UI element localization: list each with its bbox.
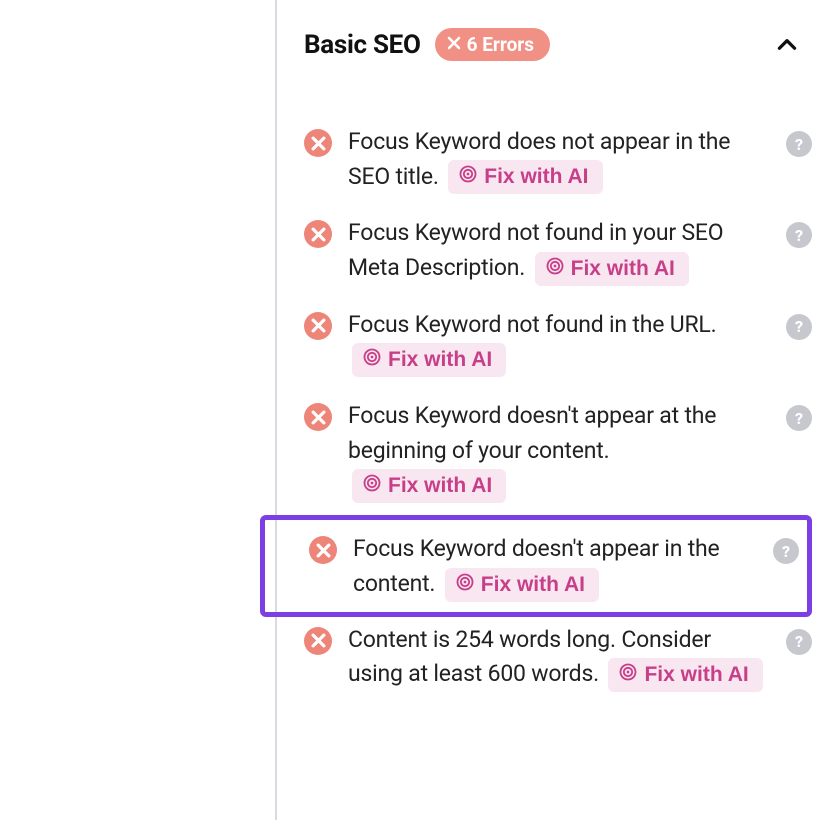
error-item-body: Focus Keyword doesn't appear in the cont…	[353, 532, 757, 601]
x-icon	[447, 36, 461, 54]
error-icon	[309, 536, 337, 564]
fix-with-ai-button[interactable]: Fix with AI	[352, 343, 506, 377]
error-count-badge: 6 Errors	[435, 28, 550, 61]
error-icon	[304, 627, 332, 655]
ai-target-icon	[545, 256, 565, 282]
collapse-toggle[interactable]	[774, 32, 800, 58]
error-icon	[304, 129, 332, 157]
ai-target-icon	[362, 347, 382, 373]
error-text: Focus Keyword not found in the URL.	[348, 311, 716, 338]
error-count-text: 6 Errors	[467, 33, 534, 56]
error-item: Focus Keyword not found in your SEO Meta…	[304, 210, 812, 301]
fix-with-ai-button[interactable]: Fix with AI	[448, 160, 602, 194]
error-item-body: Focus Keyword doesn't appear at the begi…	[348, 399, 770, 503]
chevron-up-icon	[774, 32, 800, 58]
error-item: Focus Keyword doesn't appear in the cont…	[260, 515, 812, 616]
fix-button-label: Fix with AI	[644, 663, 748, 687]
error-item: Focus Keyword doesn't appear at the begi…	[304, 393, 812, 519]
error-item-body: Focus Keyword does not appear in the SEO…	[348, 125, 770, 194]
error-icon	[304, 403, 332, 431]
error-item: Focus Keyword does not appear in the SEO…	[304, 119, 812, 210]
error-text: Focus Keyword doesn't appear at the begi…	[348, 402, 716, 464]
error-item: Focus Keyword not found in the URL. Fix …	[304, 302, 812, 393]
error-item-body: Focus Keyword not found in your SEO Meta…	[348, 216, 770, 285]
help-icon[interactable]: ?	[786, 629, 812, 655]
panel-divider	[275, 0, 277, 820]
ai-target-icon	[362, 473, 382, 499]
fix-with-ai-button[interactable]: Fix with AI	[352, 469, 506, 503]
fix-button-label: Fix with AI	[388, 348, 492, 372]
basic-seo-panel: Basic SEO 6 Errors Focus Keyword does no…	[292, 20, 812, 708]
fix-with-ai-button[interactable]: Fix with AI	[535, 252, 689, 286]
fix-with-ai-button[interactable]: Fix with AI	[445, 568, 599, 602]
fix-button-label: Fix with AI	[481, 573, 585, 597]
ai-target-icon	[455, 572, 475, 598]
error-items-list: Focus Keyword does not appear in the SEO…	[292, 119, 812, 708]
section-title: Basic SEO	[304, 30, 421, 60]
ai-target-icon	[458, 164, 478, 190]
ai-target-icon	[618, 662, 638, 688]
fix-with-ai-button[interactable]: Fix with AI	[608, 658, 762, 692]
error-icon	[304, 312, 332, 340]
help-icon[interactable]: ?	[786, 131, 812, 157]
error-icon	[304, 220, 332, 248]
error-item-body: Focus Keyword not found in the URL. Fix …	[348, 308, 770, 377]
help-icon[interactable]: ?	[786, 314, 812, 340]
error-item-body: Content is 254 words long. Consider usin…	[348, 623, 770, 692]
fix-button-label: Fix with AI	[484, 165, 588, 189]
fix-button-label: Fix with AI	[571, 257, 675, 281]
help-icon[interactable]: ?	[786, 405, 812, 431]
help-icon[interactable]: ?	[786, 222, 812, 248]
help-icon[interactable]: ?	[773, 538, 799, 564]
section-header[interactable]: Basic SEO 6 Errors	[292, 20, 812, 69]
error-item: Content is 254 words long. Consider usin…	[304, 617, 812, 708]
fix-button-label: Fix with AI	[388, 474, 492, 498]
